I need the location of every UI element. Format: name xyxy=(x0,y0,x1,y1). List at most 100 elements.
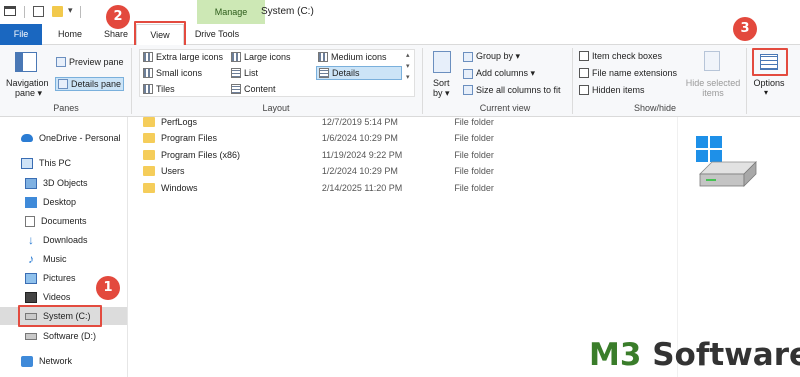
hide-selected-icon xyxy=(704,51,720,71)
hidden-items-toggle[interactable]: Hidden items xyxy=(579,85,645,95)
sidebar-item-label: Music xyxy=(43,254,67,264)
checkmark-icon[interactable] xyxy=(33,6,44,17)
sidebar-item-music[interactable]: ♪ Music xyxy=(0,250,127,268)
table-row[interactable]: Users 1/2/2024 10:29 PM File folder xyxy=(140,163,530,179)
hidden-items-checkbox[interactable] xyxy=(579,85,589,95)
medium-icons-icon xyxy=(318,52,328,62)
current-view-group-label: Current view xyxy=(479,103,531,113)
content-label: Content xyxy=(244,84,276,94)
customize-quick-access-icon[interactable]: ▾ xyxy=(68,5,73,16)
properties-icon[interactable] xyxy=(4,6,16,16)
add-columns-label: Add columns ▾ xyxy=(476,68,536,78)
medium-icons-option[interactable]: Medium icons xyxy=(318,52,387,62)
file-date: 11/19/2024 9:22 PM xyxy=(321,150,403,160)
sidebar-item-3d-objects[interactable]: 3D Objects xyxy=(0,174,127,192)
network-icon xyxy=(21,355,33,367)
table-row[interactable]: Program Files (x86) 11/19/2024 9:22 PM F… xyxy=(140,147,530,163)
details-pane-button[interactable]: Details pane xyxy=(55,77,125,91)
watermark-software: Software xyxy=(641,337,800,373)
file-date: 1/6/2024 10:29 PM xyxy=(321,133,398,143)
item-check-boxes-toggle[interactable]: Item check boxes xyxy=(579,51,662,61)
gallery-scroll-icon[interactable]: ▴ ▾ ▾ xyxy=(406,50,410,83)
download-arrow-icon: ↓ xyxy=(28,232,34,247)
hide-selected-label-2: items xyxy=(702,88,724,98)
file-type: File folder xyxy=(454,166,494,176)
tab-file[interactable]: File xyxy=(0,24,42,45)
tab-drive-tools[interactable]: Drive Tools xyxy=(186,24,248,45)
sidebar-item-this-pc[interactable]: This PC xyxy=(0,154,127,172)
quick-access-separator-2 xyxy=(80,6,81,18)
tab-home[interactable]: Home xyxy=(52,24,88,45)
small-icons-icon xyxy=(143,68,153,78)
group-by-button[interactable]: Group by ▾ xyxy=(463,51,520,62)
large-icons-label: Large icons xyxy=(244,52,291,62)
sidebar-item-onedrive[interactable]: OneDrive - Personal xyxy=(0,129,127,147)
layout-group-label: Layout xyxy=(262,103,290,113)
size-all-columns-button[interactable]: Size all columns to fit xyxy=(463,85,561,95)
file-type: File folder xyxy=(454,133,494,143)
windows-drive-icon xyxy=(696,136,757,187)
file-name: PerfLogs xyxy=(161,117,198,127)
size-all-columns-label: Size all columns to fit xyxy=(476,85,561,95)
sidebar-item-downloads[interactable]: ↓ Downloads xyxy=(0,231,127,249)
show-hide-group-label: Show/hide xyxy=(633,103,677,113)
sidebar-item-software-d[interactable]: Software (D:) xyxy=(0,327,127,345)
step-badge-2: 2 xyxy=(106,5,130,29)
manage-contextual-tab[interactable]: Manage xyxy=(197,0,265,24)
sidebar-item-label: Downloads xyxy=(43,235,88,245)
preview-pane-button[interactable]: Preview pane xyxy=(56,57,124,67)
group-by-icon xyxy=(463,51,473,62)
table-row[interactable]: Program Files 1/6/2024 10:29 PM File fol… xyxy=(140,130,530,146)
item-check-boxes-checkbox[interactable] xyxy=(579,51,589,61)
brand-watermark: M3 Software xyxy=(589,337,800,373)
drive-icon xyxy=(25,332,37,340)
large-icons-option[interactable]: Large icons xyxy=(231,52,291,62)
navigation-pane-dropdown[interactable]: pane ▾ xyxy=(15,88,42,99)
sort-by-dropdown[interactable]: by ▾ xyxy=(433,88,450,99)
navigation-pane-label[interactable]: Navigation xyxy=(6,78,49,88)
add-columns-button[interactable]: Add columns ▾ xyxy=(463,68,535,79)
options-highlight xyxy=(752,48,788,76)
sidebar-item-documents[interactable]: Documents xyxy=(0,212,127,230)
add-columns-icon xyxy=(463,68,473,79)
tiles-label: Tiles xyxy=(156,84,175,94)
tiles-option[interactable]: Tiles xyxy=(143,84,175,94)
desktop-icon xyxy=(25,196,37,208)
details-label: Details xyxy=(332,68,360,78)
content-option[interactable]: Content xyxy=(231,84,276,94)
hide-selected-items-button[interactable]: Hide selected items xyxy=(683,78,743,98)
list-option[interactable]: List xyxy=(231,68,258,78)
file-name-extensions-checkbox[interactable] xyxy=(579,68,589,78)
file-name: Program Files xyxy=(161,133,218,143)
table-row[interactable]: PerfLogs 12/7/2019 5:14 PM File folder xyxy=(140,114,530,130)
step-badge-1: 1 xyxy=(96,276,120,300)
details-pane-icon xyxy=(58,79,68,89)
file-name: Users xyxy=(161,166,185,176)
details-option[interactable]: Details xyxy=(316,66,402,80)
file-type: File folder xyxy=(454,117,494,127)
sidebar-item-network[interactable]: Network xyxy=(0,352,127,370)
file-name-extensions-toggle[interactable]: File name extensions xyxy=(579,68,677,78)
options-dropdown-icon[interactable]: ▾ xyxy=(764,88,768,97)
small-icons-option[interactable]: Small icons xyxy=(143,68,202,78)
sidebar-item-label: Pictures xyxy=(43,273,76,283)
sidebar-item-desktop[interactable]: Desktop xyxy=(0,193,127,211)
panes-group-label: Panes xyxy=(53,103,79,113)
file-date: 12/7/2019 5:14 PM xyxy=(321,117,398,127)
group-by-label: Group by ▾ xyxy=(476,51,521,61)
file-date: 2/14/2025 11:20 PM xyxy=(321,183,403,193)
folder-icon xyxy=(143,133,155,143)
new-folder-icon[interactable] xyxy=(52,6,63,17)
extra-large-icons-label: Extra large icons xyxy=(156,52,224,62)
medium-icons-label: Medium icons xyxy=(331,52,387,62)
ribbon-separator xyxy=(422,48,423,114)
folder-icon xyxy=(143,117,155,127)
options-label[interactable]: Options xyxy=(752,78,786,88)
quick-access-separator xyxy=(24,6,25,18)
sort-by-label[interactable]: Sort xyxy=(433,78,450,88)
sidebar-item-label: Software (D:) xyxy=(43,331,97,341)
table-row[interactable]: Windows 2/14/2025 11:20 PM File folder xyxy=(140,180,530,196)
sort-by-icon[interactable] xyxy=(433,51,451,73)
navigation-pane-icon[interactable] xyxy=(15,52,37,72)
extra-large-icons-option[interactable]: Extra large icons xyxy=(143,52,223,62)
